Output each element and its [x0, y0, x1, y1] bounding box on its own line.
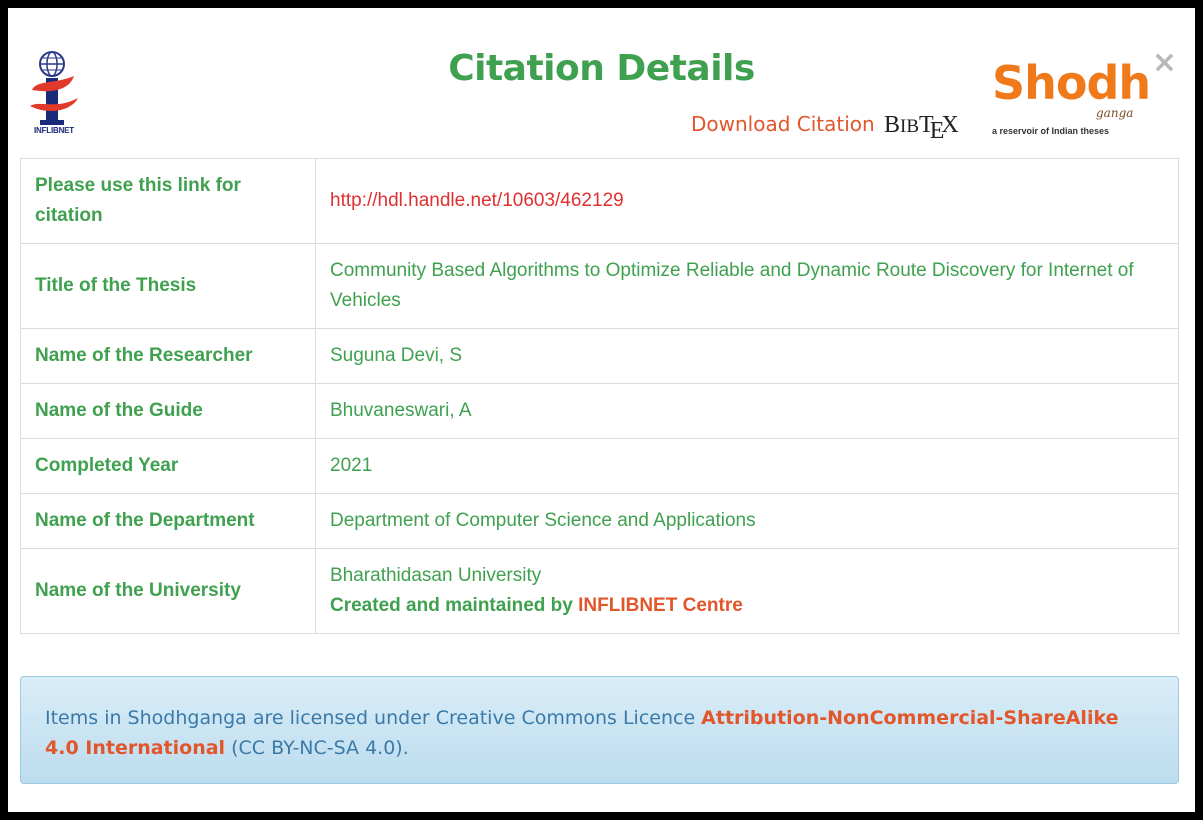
row-label: Title of the Thesis [20, 243, 316, 329]
citation-handle-link[interactable]: http://hdl.handle.net/10603/462129 [315, 158, 1179, 244]
shodhganga-logo-sub: ganga [1096, 106, 1134, 120]
row-value-university: Bharathidasan University Created and mai… [315, 548, 1179, 634]
credit-prefix: Created and maintained by [330, 595, 579, 616]
license-notice: Items in Shodhganga are licensed under C… [20, 676, 1179, 784]
row-label: Name of the University [20, 548, 316, 634]
row-label: Name of the Researcher [20, 328, 316, 384]
close-icon[interactable]: × [1152, 48, 1177, 78]
row-value: Suguna Devi, S [315, 328, 1179, 384]
row-value: 2021 [315, 438, 1179, 494]
credit-line: Created and maintained by INFLIBNET Cent… [330, 591, 1164, 621]
table-row: Name of the Researcher Suguna Devi, S [20, 328, 1179, 384]
row-value: Department of Computer Science and Appli… [315, 493, 1179, 549]
download-citation-link[interactable]: Download Citation [691, 112, 875, 136]
table-row: Name of the Department Department of Com… [20, 493, 1179, 549]
table-row: Name of the Guide Bhuvaneswari, A [20, 383, 1179, 439]
shodhganga-logo-icon: Shodh ganga a reservoir of Indian theses [992, 56, 1151, 144]
row-label: Name of the Guide [20, 383, 316, 439]
table-row: Completed Year 2021 [20, 438, 1179, 494]
row-label: Completed Year [20, 438, 316, 494]
table-row: Please use this link for citation http:/… [20, 158, 1179, 244]
row-label: Please use this link for citation [20, 158, 316, 244]
table-row: Name of the University Bharathidasan Uni… [20, 548, 1179, 634]
row-value: Bhuvaneswari, A [315, 383, 1179, 439]
credit-org: INFLIBNET Centre [578, 595, 743, 616]
bibtex-part-4: E [929, 118, 945, 144]
university-name: Bharathidasan University [330, 565, 542, 586]
license-suffix: (CC BY-NC-SA 4.0). [225, 737, 409, 759]
row-value: Community Based Algorithms to Optimize R… [315, 243, 1179, 329]
shodhganga-logo-word: Shodh [992, 56, 1151, 110]
shodhganga-logo-tagline: a reservoir of Indian theses [992, 126, 1110, 136]
citation-modal: INFLIBNET Citation Details Shodh ganga a… [8, 8, 1195, 812]
bibtex-part-2: IB [900, 116, 920, 137]
bibtex-part-1: B [884, 112, 901, 138]
modal-header: INFLIBNET Citation Details Shodh ganga a… [8, 8, 1195, 158]
citation-details-table: Please use this link for citation http:/… [20, 158, 1179, 634]
bibtex-button[interactable]: BIBTEX [884, 112, 959, 144]
license-prefix: Items in Shodhganga are licensed under C… [45, 707, 702, 729]
row-label: Name of the Department [20, 493, 316, 549]
inflibnet-logo-text: INFLIBNET [34, 126, 74, 135]
table-row: Title of the Thesis Community Based Algo… [20, 243, 1179, 329]
